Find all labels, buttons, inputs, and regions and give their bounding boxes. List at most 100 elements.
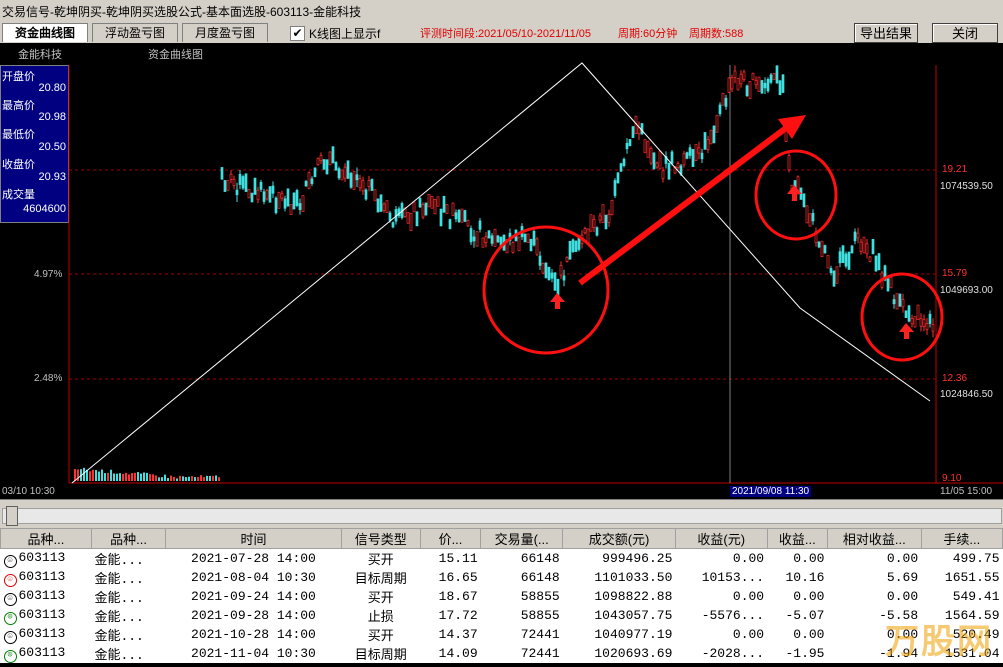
cell-profit_pct: 0.00 xyxy=(793,589,825,604)
cell-profit: 0.00 xyxy=(732,627,765,642)
candle-body xyxy=(850,245,854,254)
candle-body xyxy=(262,191,266,202)
table-row[interactable]: ☺ 603113 金能... 2021-08-04 10:30 目标周期 16.65 661… xyxy=(1,568,1003,587)
candle-body xyxy=(532,230,536,246)
col-header-name[interactable]: 品种... xyxy=(90,528,167,549)
scrollbar-thumb[interactable] xyxy=(6,506,18,526)
volume-bar xyxy=(161,477,163,481)
candle-body xyxy=(925,323,929,330)
start-date-label: 03/10 10:30 xyxy=(2,486,55,497)
table-row[interactable]: ☺ 603113 金能... 2021-10-28 14:00 买开 14.37 72441… xyxy=(1,625,1003,644)
price-level-2: 15.79 xyxy=(942,268,968,279)
col-header-profit-pct[interactable]: 收益... xyxy=(766,528,828,549)
candle-body xyxy=(427,193,431,208)
cell-price: 17.72 xyxy=(438,608,478,623)
candle-body xyxy=(424,202,428,216)
col-header-price[interactable]: 价... xyxy=(419,528,482,549)
candle-body xyxy=(550,272,554,279)
cell-code: ☹ 603113 xyxy=(1,606,92,625)
candle-body xyxy=(688,147,692,156)
col-header-relative[interactable]: 相对收益... xyxy=(826,528,922,549)
volume-bar xyxy=(104,473,106,481)
window-title: 交易信号-乾坤阴买-乾坤阴买选股公式-基本面选股-603113-金能科技 xyxy=(2,5,362,19)
volume-bar xyxy=(98,471,100,481)
tab-monthly-pnl[interactable]: 月度盈亏图 xyxy=(182,23,268,42)
col-header-volume[interactable]: 交易量(... xyxy=(480,528,564,549)
cell-time: 2021-07-28 14:00 xyxy=(191,551,316,566)
row-code-text: 603113 xyxy=(18,549,66,565)
candle-body xyxy=(736,78,740,91)
watermark-text: 万股网 xyxy=(885,623,993,661)
eval-cycle-count: 周期数:588 xyxy=(689,28,744,40)
candle-body xyxy=(280,193,284,199)
cell-time: 2021-09-28 14:00 xyxy=(191,608,316,623)
candle-body xyxy=(670,151,674,164)
candle-body xyxy=(541,262,545,274)
candle-body xyxy=(637,127,641,135)
neutral-face-icon: ☺ xyxy=(3,554,17,568)
volume-bar xyxy=(173,476,175,481)
col-header-code[interactable]: 品种... xyxy=(0,528,92,549)
candle-body xyxy=(256,189,260,201)
candle-body xyxy=(421,204,425,218)
candle-body xyxy=(310,178,314,184)
volume-bar xyxy=(95,470,97,481)
cell-name: 金能... xyxy=(94,629,144,644)
candle-body xyxy=(298,203,302,210)
cell-fee: 1651.55 xyxy=(944,570,1000,585)
candle-body xyxy=(292,192,296,210)
watermark-logo: 万股网 xyxy=(885,614,993,663)
candle-body xyxy=(340,169,344,181)
candle-body xyxy=(775,65,779,84)
candle-body xyxy=(733,70,737,78)
volume-bar xyxy=(116,473,118,481)
candle-body xyxy=(694,144,698,162)
table-header-row: 品种... 品种... 时间 信号类型 价... 交易量(... 成交额(元) … xyxy=(0,528,1003,549)
candle-body xyxy=(856,232,860,239)
candle-body xyxy=(466,220,470,227)
equity-level-3: 1024846.50 xyxy=(940,389,993,400)
scrollbar-track[interactable] xyxy=(2,508,1002,524)
col-header-signal[interactable]: 信号类型 xyxy=(340,528,421,549)
table-row[interactable]: ☺ 603113 金能... 2021-09-24 14:00 买开 18.67 58855… xyxy=(1,587,1003,606)
table-row[interactable]: ☹ 603113 金能... 2021-11-04 10:30 目标周期 14.09 724… xyxy=(1,644,1003,663)
tab-equity-curve[interactable]: 资金曲线图 xyxy=(2,23,88,42)
candle-body xyxy=(439,208,443,227)
export-button[interactable]: 导出结果 xyxy=(854,23,918,43)
candle-body xyxy=(868,256,872,262)
end-date-label: 11/05 15:00 xyxy=(940,486,993,497)
candle-body xyxy=(742,71,746,80)
chart-scrollbar[interactable] xyxy=(0,499,1003,528)
volume-bar xyxy=(188,476,190,481)
cell-amount: 1040977.19 xyxy=(594,627,673,642)
happy-face-icon: ☺ xyxy=(3,573,17,587)
candle-body xyxy=(316,158,320,165)
cell-price: 14.37 xyxy=(438,627,478,642)
tab-floating-pnl[interactable]: 浮动盈亏图 xyxy=(92,23,178,42)
col-header-fee[interactable]: 手续... xyxy=(920,528,1003,549)
volume-bar xyxy=(206,475,208,481)
col-header-profit[interactable]: 收益(元) xyxy=(674,528,768,549)
candle-body xyxy=(682,153,686,166)
candle-body xyxy=(469,228,473,243)
cell-amount: 1043057.75 xyxy=(594,608,673,623)
title-bar: 交易信号-乾坤阴买-乾坤阴买选股公式-基本面选股-603113-金能科技 xyxy=(0,0,1003,23)
candle-body xyxy=(535,238,539,255)
candle-body xyxy=(238,174,242,185)
cell-time: 2021-09-24 14:00 xyxy=(191,589,316,604)
candle-body xyxy=(691,149,695,167)
candle-body xyxy=(490,235,494,244)
col-header-time[interactable]: 时间 xyxy=(165,528,342,549)
table-row[interactable]: ☹ 603113 金能... 2021-09-28 14:00 止损 17.72 58855… xyxy=(1,606,1003,625)
candle-body xyxy=(628,139,632,147)
table-row[interactable]: ☺ 603113 金能... 2021-07-28 14:00 买开 15.11 66148… xyxy=(1,549,1003,568)
kline-checkbox[interactable]: ✔ xyxy=(290,26,305,41)
candle-body xyxy=(859,241,863,252)
close-button[interactable]: 关闭 xyxy=(932,23,998,43)
volume-bar xyxy=(89,471,91,481)
cell-rel: 0.00 xyxy=(886,589,919,604)
candle-body xyxy=(727,77,731,93)
col-header-amount[interactable]: 成交额(元) xyxy=(562,528,676,549)
equity-chart[interactable]: 金能科技 资金曲线图 开盘价 20.80 最高价 20.98 最低价 20.50… xyxy=(0,43,1003,499)
volume-bar xyxy=(134,472,136,481)
